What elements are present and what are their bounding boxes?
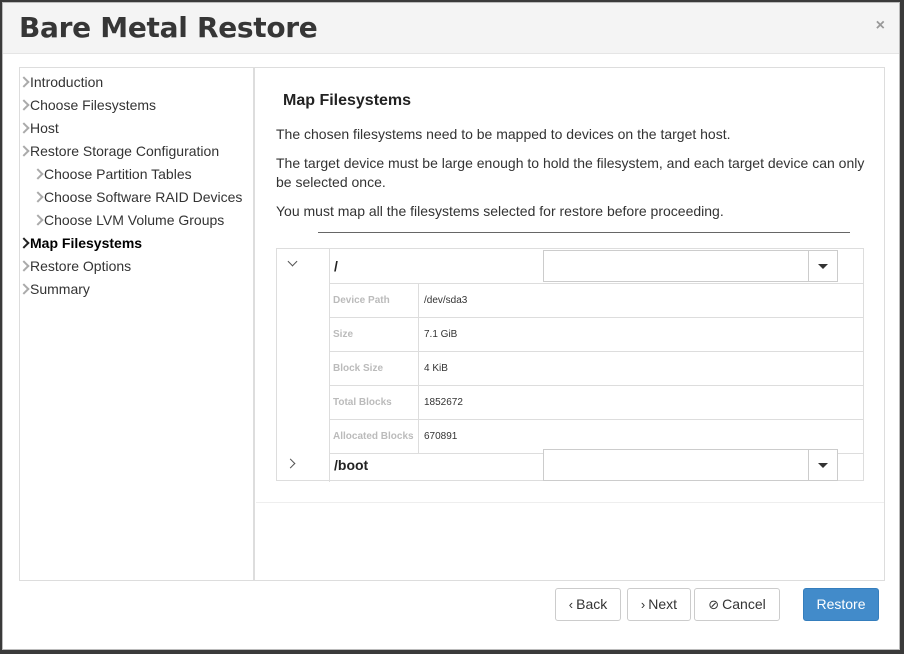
target-device-select[interactable]: [543, 449, 838, 481]
step-summary[interactable]: Summary: [18, 278, 253, 301]
detail-key: Device Path: [333, 295, 390, 306]
filesystem-name: /: [334, 258, 338, 274]
close-icon[interactable]: ×: [876, 17, 885, 35]
divider: [418, 318, 419, 351]
detail-row: Size 7.1 GiB: [329, 317, 864, 351]
detail-key: Total Blocks: [333, 397, 392, 408]
chevron-right-icon: [18, 283, 30, 295]
step-label: Choose LVM Volume Groups: [44, 212, 225, 228]
instruction-text: You must map all the filesystems selecte…: [276, 203, 724, 219]
collapse-row-button[interactable]: [277, 249, 330, 283]
detail-key: Block Size: [333, 363, 384, 374]
divider: [418, 420, 419, 453]
detail-value: 1852672: [424, 397, 463, 408]
dialog-title: Bare Metal Restore: [19, 11, 318, 44]
detail-value: 4 KiB: [424, 363, 448, 374]
dialog-header: Bare Metal Restore ×: [3, 3, 899, 54]
step-choose-software-raid-devices[interactable]: Choose Software RAID Devices: [20, 186, 253, 209]
chevron-right-icon: [18, 260, 30, 272]
step-label: Choose Software RAID Devices: [44, 189, 243, 205]
button-label: Next: [648, 596, 678, 612]
detail-value: /dev/sda3: [424, 295, 468, 306]
divider: [418, 352, 419, 385]
step-host[interactable]: Host: [18, 117, 253, 140]
chevron-down-icon: [287, 256, 298, 267]
instruction-text: The target device must be large enough t…: [276, 155, 865, 190]
detail-key: Size: [333, 329, 354, 340]
step-label: Introduction: [30, 74, 104, 90]
button-label: Restore: [816, 596, 866, 612]
step-label: Choose Partition Tables: [44, 166, 192, 182]
chevron-right-icon: [18, 76, 30, 88]
divider: [808, 450, 809, 480]
next-button[interactable]: › Next: [627, 588, 691, 621]
page-title: Map Filesystems: [283, 92, 412, 109]
wizard-panel: Introduction Choose Filesystems Host Res…: [18, 67, 885, 581]
detail-value: 7.1 GiB: [424, 329, 458, 340]
detail-value: 670891: [424, 431, 458, 442]
filesystem-mapping-table: / Device Path /dev/sda3 Size 7.1 GiB Blo…: [276, 248, 864, 482]
step-label: Restore Storage Configuration: [30, 143, 220, 159]
chevron-right-icon: [18, 99, 30, 111]
wizard-steps-sidebar: Introduction Choose Filesystems Host Res…: [18, 68, 255, 580]
chevron-right-icon: [32, 191, 44, 203]
chevron-right-icon: [18, 145, 30, 157]
divider: [418, 386, 419, 419]
button-label: Back: [576, 596, 608, 612]
step-choose-partition-tables[interactable]: Choose Partition Tables: [20, 163, 253, 186]
chevron-right-icon: [32, 214, 44, 226]
filesystem-details: Device Path /dev/sda3 Size 7.1 GiB Block…: [329, 283, 864, 454]
step-label: Host: [30, 120, 59, 136]
detail-row: Block Size 4 KiB: [329, 351, 864, 385]
divider: [808, 251, 809, 281]
back-button[interactable]: ‹ Back: [555, 588, 621, 621]
step-introduction[interactable]: Introduction: [18, 71, 253, 94]
step-label: Map Filesystems: [30, 235, 143, 251]
target-device-select[interactable]: [543, 250, 838, 282]
instruction-text: The chosen filesystems need to be mapped…: [276, 126, 731, 142]
chevron-right-icon: [18, 237, 30, 249]
ban-icon: ⊘: [708, 597, 720, 612]
step-restore-storage-configuration[interactable]: Restore Storage Configuration: [18, 140, 253, 163]
filesystem-name: /boot: [334, 457, 369, 473]
detail-indent: [277, 283, 330, 449]
chevron-right-icon: [285, 458, 296, 469]
bare-metal-restore-dialog: Bare Metal Restore × Introduction Choose…: [2, 2, 900, 650]
expand-row-button[interactable]: [277, 448, 330, 482]
step-choose-lvm-volume-groups[interactable]: Choose LVM Volume Groups: [20, 209, 253, 232]
step-label: Summary: [30, 281, 90, 297]
step-content: Map Filesystems The chosen filesystems n…: [256, 68, 884, 503]
chevron-right-icon: [18, 122, 30, 134]
chevron-left-icon: ‹: [568, 597, 574, 612]
detail-row: Device Path /dev/sda3: [329, 283, 864, 317]
cancel-button[interactable]: ⊘ Cancel: [694, 588, 780, 621]
detail-row: Total Blocks 1852672: [329, 385, 864, 419]
button-label: Cancel: [722, 596, 766, 612]
divider: [318, 232, 850, 233]
chevron-right-icon: [32, 168, 44, 180]
restore-button[interactable]: Restore: [803, 588, 879, 621]
caret-down-icon: [818, 264, 828, 269]
caret-down-icon: [818, 463, 828, 468]
chevron-right-icon: ›: [640, 597, 646, 612]
step-map-filesystems[interactable]: Map Filesystems: [18, 232, 253, 255]
step-label: Restore Options: [30, 258, 132, 274]
detail-key: Allocated Blocks: [333, 431, 414, 442]
step-choose-filesystems[interactable]: Choose Filesystems: [18, 94, 253, 117]
step-restore-options[interactable]: Restore Options: [18, 255, 253, 278]
divider: [418, 284, 419, 317]
step-label: Choose Filesystems: [30, 97, 157, 113]
